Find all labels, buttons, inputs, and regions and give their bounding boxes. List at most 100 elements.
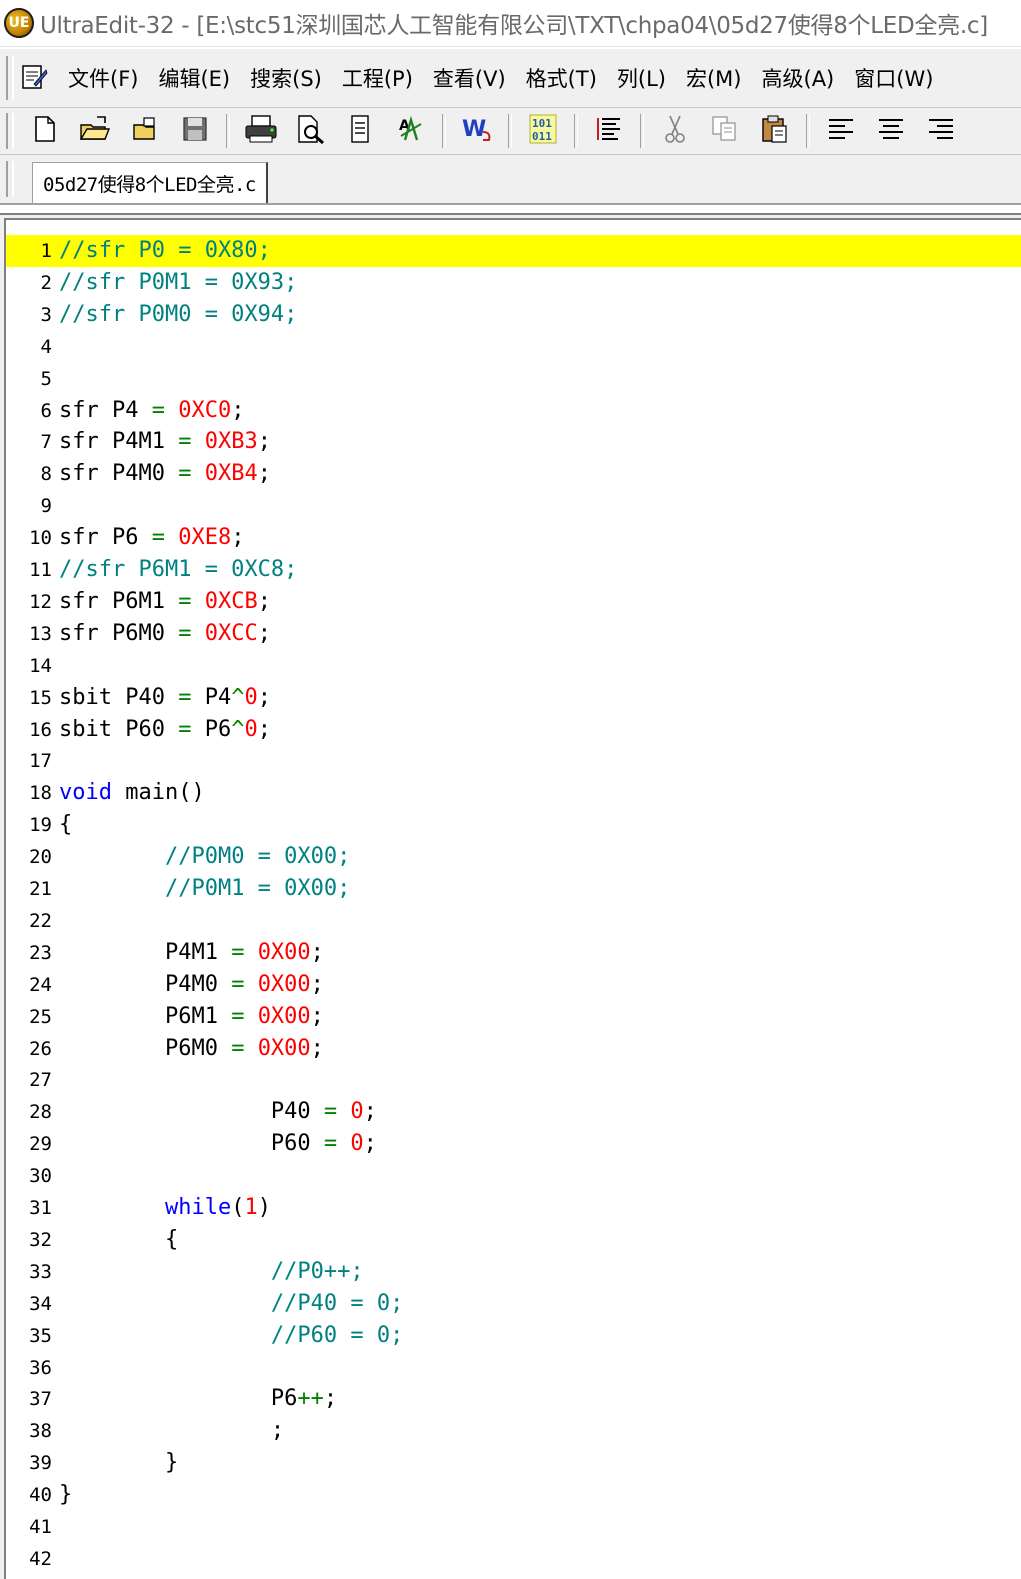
- word-wrap-button[interactable]: W: [456, 111, 498, 151]
- menu-grip[interactable]: [6, 56, 14, 100]
- code-line[interactable]: 3 //sfr P0M0 = 0X94;: [6, 299, 1021, 331]
- open-file-button[interactable]: [74, 111, 116, 151]
- tabbar-grip[interactable]: [6, 161, 14, 197]
- code-token: 0XC0: [178, 397, 232, 423]
- code-line[interactable]: 12 sfr P6M1 = 0XCB;: [6, 586, 1021, 618]
- code-line[interactable]: 27: [6, 1064, 1021, 1096]
- code-token: ;: [59, 1418, 285, 1444]
- menu-window[interactable]: 窗口(W): [844, 63, 943, 93]
- code-line[interactable]: 38 ;: [6, 1415, 1021, 1447]
- code-line[interactable]: 35 //P60 = 0;: [6, 1320, 1021, 1352]
- code-line[interactable]: 4: [6, 331, 1021, 363]
- code-line[interactable]: 37 P6++;: [6, 1383, 1021, 1415]
- print-button[interactable]: [240, 111, 282, 151]
- code-line[interactable]: 32 {: [6, 1224, 1021, 1256]
- code-line[interactable]: 6 sfr P4 = 0XC0;: [6, 395, 1021, 427]
- menu-format[interactable]: 格式(T): [516, 63, 607, 93]
- print-preview-button[interactable]: [290, 111, 332, 151]
- cut-button[interactable]: [654, 111, 696, 151]
- code-token: 0XCB: [204, 588, 258, 614]
- code-line[interactable]: 14: [6, 650, 1021, 682]
- code-editor[interactable]: 1 //sfr P0 = 0X80; 2 //sfr P0M1 = 0X93; 3 //s…: [4, 218, 1021, 1579]
- menu-search[interactable]: 搜索(S): [240, 63, 332, 93]
- spell-check-button[interactable]: A: [390, 111, 432, 151]
- code-line[interactable]: 5: [6, 363, 1021, 395]
- code-token: //sfr P0M1 = 0X93;: [59, 269, 298, 295]
- toolbar-separator: [806, 114, 810, 148]
- code-line[interactable]: 16 sbit P60 = P6^0;: [6, 714, 1021, 746]
- save-button[interactable]: [174, 111, 216, 151]
- code-line[interactable]: 2 //sfr P0M1 = 0X93;: [6, 267, 1021, 299]
- line-number: 13: [29, 622, 52, 645]
- code-line[interactable]: 41: [6, 1511, 1021, 1543]
- code-line[interactable]: 26 P6M0 = 0X00;: [6, 1033, 1021, 1065]
- code-line[interactable]: 8 sfr P4M0 = 0XB4;: [6, 458, 1021, 490]
- save-icon: [181, 115, 209, 147]
- code-line[interactable]: 31 while(1): [6, 1192, 1021, 1224]
- menu-view[interactable]: 查看(V): [423, 63, 516, 93]
- code-line[interactable]: 19 {: [6, 809, 1021, 841]
- code-token: P4M0: [59, 971, 232, 997]
- code-line[interactable]: 10 sfr P6 = 0XE8;: [6, 522, 1021, 554]
- code-line[interactable]: 23 P4M1 = 0X00;: [6, 937, 1021, 969]
- menu-edit[interactable]: 编辑(E): [148, 63, 240, 93]
- hex-mode-icon: 101 011: [528, 113, 558, 149]
- align-right-button[interactable]: [920, 111, 962, 151]
- code-line[interactable]: 11 //sfr P6M1 = 0XC8;: [6, 554, 1021, 586]
- menu-column[interactable]: 列(L): [607, 63, 676, 93]
- code-token: 0X00: [257, 1003, 311, 1029]
- document-menu-icon[interactable]: [20, 64, 48, 92]
- align-left-button[interactable]: [820, 111, 862, 151]
- title-bar: UE UltraEdit-32 - [E:\stc51深圳国芯人工智能有限公司\…: [0, 0, 1021, 47]
- toolbar-grip[interactable]: [6, 113, 14, 149]
- code-line[interactable]: 40}: [6, 1479, 1021, 1511]
- page-setup-button[interactable]: [340, 111, 382, 151]
- line-number: 31: [29, 1197, 52, 1219]
- code-line[interactable]: 7 sfr P4M1 = 0XB3;: [6, 426, 1021, 458]
- code-token: ;: [257, 588, 271, 614]
- code-token: ;: [231, 397, 245, 423]
- code-token: ;: [310, 1003, 324, 1029]
- code-line[interactable]: 15 sbit P40 = P4^0;: [6, 682, 1021, 714]
- line-number-icon: [594, 114, 624, 148]
- code-line[interactable]: 18 void main(): [6, 777, 1021, 809]
- close-file-button[interactable]: [124, 111, 166, 151]
- code-token: //P40 = 0;: [270, 1290, 404, 1316]
- copy-button[interactable]: [704, 111, 746, 151]
- code-line[interactable]: 39 }: [6, 1447, 1021, 1479]
- code-line[interactable]: 29 P60 = 0;: [6, 1128, 1021, 1160]
- paste-button[interactable]: [754, 111, 796, 151]
- code-line[interactable]: 17: [6, 745, 1021, 777]
- menu-project[interactable]: 工程(P): [332, 63, 423, 93]
- code-line[interactable]: 28 P40 = 0;: [6, 1096, 1021, 1128]
- ultraedit-logo-icon[interactable]: UE: [4, 8, 34, 38]
- code-line[interactable]: 34 //P40 = 0;: [6, 1288, 1021, 1320]
- menu-file[interactable]: 文件(F): [58, 63, 148, 93]
- align-left-icon: [827, 116, 855, 146]
- code-line[interactable]: 13 sfr P6M0 = 0XCC;: [6, 618, 1021, 650]
- code-line[interactable]: 9: [6, 490, 1021, 522]
- code-token: P4: [191, 684, 232, 710]
- code-line[interactable]: 22: [6, 905, 1021, 937]
- menu-advanced[interactable]: 高级(A): [752, 63, 845, 93]
- code-text: sbit P40 = P4^0;: [59, 682, 271, 714]
- code-line[interactable]: 1 //sfr P0 = 0X80;: [6, 235, 1021, 267]
- file-tab[interactable]: 05d27使得8个LED全亮.c: [32, 162, 268, 203]
- new-file-button[interactable]: [24, 111, 66, 151]
- code-line[interactable]: 20 //P0M0 = 0X00;: [6, 841, 1021, 873]
- line-number-button[interactable]: [588, 111, 630, 151]
- code-line[interactable]: 36: [6, 1352, 1021, 1384]
- hex-mode-button[interactable]: 101 011: [522, 111, 564, 151]
- code-line[interactable]: 24 P4M0 = 0X00;: [6, 969, 1021, 1001]
- code-token: ;: [257, 716, 271, 742]
- code-line[interactable]: 21 //P0M1 = 0X00;: [6, 873, 1021, 905]
- code-line[interactable]: 25 P6M1 = 0X00;: [6, 1001, 1021, 1033]
- align-center-button[interactable]: [870, 111, 912, 151]
- menu-macro[interactable]: 宏(M): [676, 63, 752, 93]
- code-line[interactable]: 33 //P0++;: [6, 1256, 1021, 1288]
- code-line[interactable]: 42: [6, 1543, 1021, 1575]
- code-token: sfr P6: [59, 525, 152, 551]
- code-line[interactable]: 30: [6, 1160, 1021, 1192]
